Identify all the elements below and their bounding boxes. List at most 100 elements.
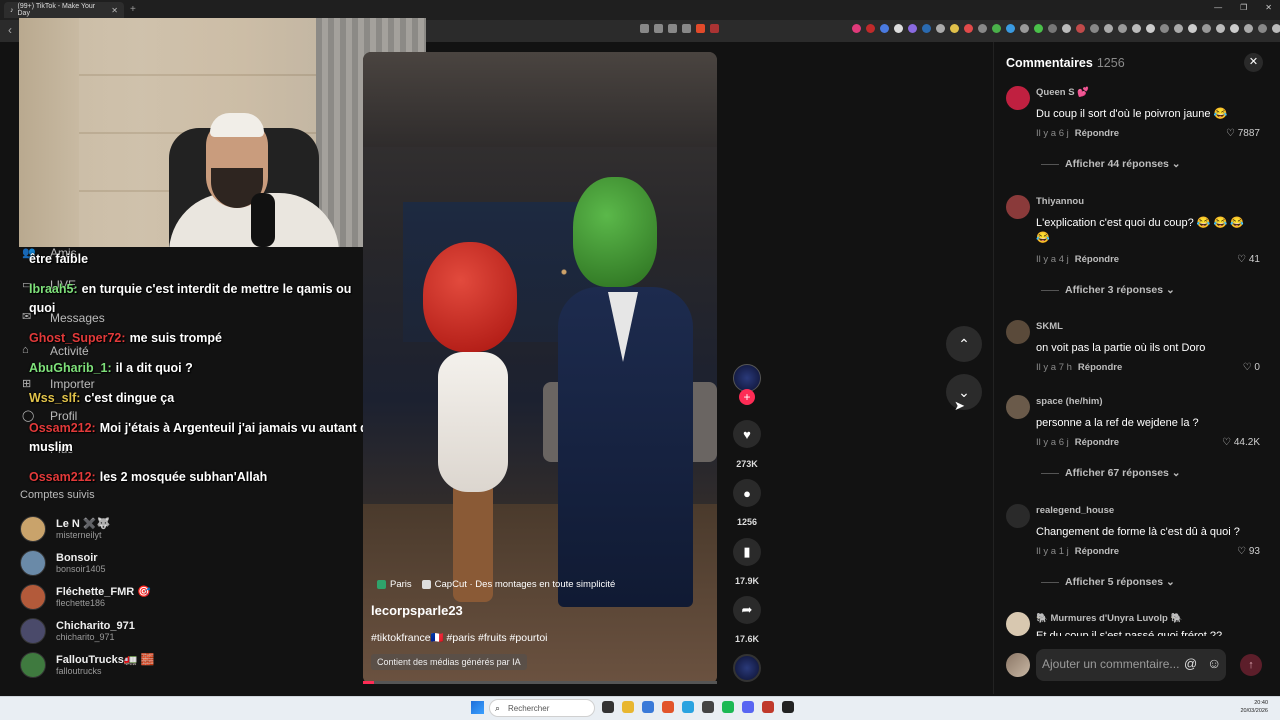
- streamlabs-icon[interactable]: [762, 701, 774, 713]
- extension-icon[interactable]: [1174, 24, 1183, 33]
- extension-icon[interactable]: [1230, 24, 1239, 33]
- discord-icon[interactable]: [742, 701, 754, 713]
- show-replies-button[interactable]: Afficher 67 réponses ⌄: [1041, 467, 1181, 479]
- spotify-icon[interactable]: [722, 701, 734, 713]
- translate-alt-icon[interactable]: [654, 24, 663, 33]
- back-button[interactable]: ‹: [8, 23, 12, 37]
- reply-button[interactable]: Répondre: [1075, 128, 1119, 139]
- show-replies-button[interactable]: Afficher 5 réponses ⌄: [1041, 576, 1175, 588]
- comment-username[interactable]: realegend_house: [1036, 505, 1114, 516]
- video-progress-bar[interactable]: [363, 681, 717, 684]
- maximize-button[interactable]: ❐: [1240, 3, 1247, 12]
- comment-input[interactable]: Ajouter un commentaire...: [1036, 649, 1226, 681]
- video-hashtags[interactable]: #tiktokfrance🇨🇵 #paris #fruits #pourtoi: [371, 631, 548, 644]
- extension-icon[interactable]: [1202, 24, 1211, 33]
- extension-icon[interactable]: [950, 24, 959, 33]
- author-avatar[interactable]: [733, 364, 761, 392]
- extension-icon[interactable]: [1076, 24, 1085, 33]
- comment-button[interactable]: ●: [733, 479, 761, 507]
- comment-like-button[interactable]: ♡ 44.2K: [1222, 437, 1260, 448]
- extension-icon[interactable]: [1118, 24, 1127, 33]
- extension-icon[interactable]: [866, 24, 875, 33]
- comment-like-button[interactable]: ♡ 0: [1243, 362, 1260, 373]
- extension-icon[interactable]: [852, 24, 861, 33]
- brave-icon[interactable]: [662, 701, 674, 713]
- followed-account[interactable]: Bonsoir bonsoir1405: [20, 550, 106, 576]
- extension-icon[interactable]: [1160, 24, 1169, 33]
- reply-button[interactable]: Répondre: [1075, 254, 1119, 265]
- avatar[interactable]: [1006, 395, 1030, 419]
- followed-account[interactable]: Le N ✖️🐺 misterneilyt: [20, 516, 110, 542]
- share-button[interactable]: ➦: [733, 596, 761, 624]
- extension-icon[interactable]: [1034, 24, 1043, 33]
- extension-icon[interactable]: [1062, 24, 1071, 33]
- avatar[interactable]: [1006, 612, 1030, 636]
- extension-icon[interactable]: [964, 24, 973, 33]
- extension-icon[interactable]: [978, 24, 987, 33]
- extension-icon[interactable]: [1272, 24, 1280, 33]
- brave-shield-icon[interactable]: [696, 24, 705, 33]
- extension-icon[interactable]: [936, 24, 945, 33]
- reply-button[interactable]: Répondre: [1075, 437, 1119, 448]
- avatar[interactable]: [1006, 195, 1030, 219]
- activity-icon[interactable]: ⌂: [22, 344, 29, 356]
- browser-tab[interactable]: ♪ (99+) TikTok - Make Your Day ✕: [4, 2, 124, 18]
- extension-icon[interactable]: [1132, 24, 1141, 33]
- comment-username[interactable]: SKML: [1036, 321, 1063, 332]
- capcut-tag[interactable]: CapCut · Des montages en toute simplicit…: [421, 579, 615, 590]
- extension-icon[interactable]: [894, 24, 903, 33]
- brave-rewards-icon[interactable]: [710, 24, 719, 33]
- extension-icon[interactable]: [1216, 24, 1225, 33]
- share-icon[interactable]: [682, 24, 691, 33]
- obs-icon[interactable]: [702, 701, 714, 713]
- extension-icon[interactable]: [880, 24, 889, 33]
- extension-icon[interactable]: [1244, 24, 1253, 33]
- extension-icon[interactable]: [908, 24, 917, 33]
- minimize-button[interactable]: —: [1214, 3, 1222, 12]
- extension-icon[interactable]: [992, 24, 1001, 33]
- extension-icon[interactable]: [1258, 24, 1267, 33]
- follow-button[interactable]: +: [739, 389, 755, 405]
- comment-username[interactable]: space (he/him): [1036, 396, 1103, 407]
- comment-username[interactable]: 🐘 Murmures d'Unyra Luvolp 🐘: [1036, 613, 1182, 624]
- translate-icon[interactable]: [640, 24, 649, 33]
- comment-like-button[interactable]: ♡ 7887: [1226, 128, 1260, 139]
- windows-start-icon[interactable]: [471, 701, 484, 714]
- avatar[interactable]: [1006, 320, 1030, 344]
- show-replies-button[interactable]: Afficher 3 réponses ⌄: [1041, 284, 1175, 296]
- extension-icon[interactable]: [1006, 24, 1015, 33]
- emoji-icon[interactable]: ☺: [1207, 655, 1221, 671]
- followed-account[interactable]: Chicharito_971 chicharito_971: [20, 618, 135, 644]
- task-view-icon[interactable]: [602, 701, 614, 713]
- location-tag[interactable]: Paris: [377, 579, 412, 590]
- extension-icon[interactable]: [1188, 24, 1197, 33]
- previous-video-button[interactable]: ⌃: [946, 326, 982, 362]
- like-button[interactable]: ♥: [733, 420, 761, 448]
- avatar[interactable]: [1006, 86, 1030, 110]
- close-comments-button[interactable]: ✕: [1244, 53, 1263, 72]
- reply-button[interactable]: Répondre: [1075, 546, 1119, 557]
- music-disc-icon[interactable]: [733, 654, 761, 682]
- comment-username[interactable]: Queen S 💕: [1036, 87, 1089, 98]
- extension-icon[interactable]: [1020, 24, 1029, 33]
- reply-button[interactable]: Répondre: [1078, 362, 1122, 373]
- extension-icon[interactable]: [1090, 24, 1099, 33]
- show-replies-button[interactable]: Afficher 44 réponses ⌄: [1041, 158, 1181, 170]
- video-author[interactable]: lecorpsparle23: [371, 603, 463, 618]
- followed-account[interactable]: FallouTrucks🚛 🧱 falloutrucks: [20, 652, 154, 678]
- comment-username[interactable]: Thiyannou: [1036, 196, 1084, 207]
- store-icon[interactable]: [642, 701, 654, 713]
- telegram-icon[interactable]: [682, 701, 694, 713]
- new-tab-button[interactable]: +: [130, 4, 136, 15]
- comment-like-button[interactable]: ♡ 93: [1237, 546, 1260, 557]
- file-explorer-icon[interactable]: [622, 701, 634, 713]
- send-comment-button[interactable]: ↑: [1240, 654, 1262, 676]
- avatar[interactable]: [1006, 504, 1030, 528]
- comment-like-button[interactable]: ♡ 41: [1237, 254, 1260, 265]
- mention-icon[interactable]: @: [1184, 656, 1197, 671]
- notion-icon[interactable]: [782, 701, 794, 713]
- close-window-button[interactable]: ✕: [1265, 3, 1272, 12]
- save-button[interactable]: ▮: [733, 538, 761, 566]
- edit-icon[interactable]: [668, 24, 677, 33]
- taskbar-search[interactable]: ⌕ Rechercher: [489, 699, 595, 717]
